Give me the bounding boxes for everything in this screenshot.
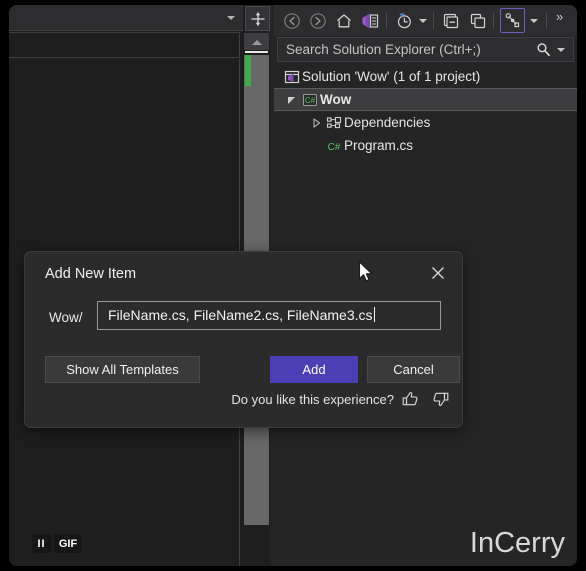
tree-item-solution[interactable]: Solution 'Wow' (1 of 1 project) bbox=[274, 65, 577, 88]
tree-item-label: Program.cs bbox=[344, 138, 414, 153]
thumbs-down-icon bbox=[433, 392, 449, 406]
csharp-project-icon: C# bbox=[300, 92, 320, 108]
chevron-down-icon[interactable] bbox=[557, 48, 565, 52]
toolbar-separator bbox=[546, 12, 547, 29]
solution-explorer-button[interactable] bbox=[358, 9, 382, 33]
toolbar-overflow-button[interactable]: » bbox=[556, 9, 563, 24]
file-name-input[interactable]: FileName.cs, FileName2.cs, FileName3.cs bbox=[97, 301, 441, 330]
cancel-button[interactable]: Cancel bbox=[367, 356, 460, 383]
home-button[interactable] bbox=[332, 9, 356, 33]
scroll-up-arrow-icon bbox=[251, 40, 262, 45]
add-button[interactable]: Add bbox=[270, 356, 358, 383]
chevron-down-icon[interactable] bbox=[419, 19, 427, 23]
tree-item-label: Solution 'Wow' (1 of 1 project) bbox=[302, 69, 481, 84]
search-icon[interactable] bbox=[536, 42, 551, 57]
svg-text:C#: C# bbox=[305, 96, 316, 105]
dependencies-icon bbox=[324, 115, 344, 131]
chevron-down-icon[interactable] bbox=[227, 16, 235, 20]
show-all-templates-button[interactable]: Show All Templates bbox=[45, 356, 200, 383]
show-all-files-icon bbox=[470, 13, 486, 29]
tree-item-program-cs[interactable]: C# Program.cs bbox=[274, 134, 577, 157]
pause-button[interactable]: II bbox=[32, 534, 51, 553]
toolbar-separator bbox=[493, 12, 494, 29]
gif-badge: GIF bbox=[54, 534, 82, 553]
tree-item-label: Dependencies bbox=[344, 115, 431, 130]
pending-changes-button[interactable] bbox=[392, 9, 416, 33]
scrollbar-separator bbox=[245, 51, 268, 53]
search-placeholder: Search Solution Explorer (Ctrl+;) bbox=[286, 42, 481, 57]
toolbar-separator bbox=[386, 12, 387, 29]
split-window-icon bbox=[250, 11, 265, 26]
visual-studio-solution-icon bbox=[362, 13, 379, 29]
filter-button[interactable] bbox=[500, 8, 525, 33]
editor-secondary-bar bbox=[9, 32, 240, 58]
back-arrow-icon bbox=[284, 13, 300, 29]
add-new-item-dialog: Add New Item Wow/ FileName.cs, FileName2… bbox=[24, 251, 463, 428]
unsaved-change-marker bbox=[245, 55, 251, 86]
watermark-label: InCerry bbox=[469, 527, 565, 559]
scrollbar-up-button[interactable] bbox=[244, 33, 269, 50]
thumbs-down-button[interactable] bbox=[430, 389, 450, 409]
tree-item-project[interactable]: C# Wow bbox=[274, 88, 577, 111]
collapse-all-button[interactable] bbox=[439, 9, 463, 33]
dialog-title: Add New Item bbox=[45, 266, 137, 282]
gif-recorder-controls: II GIF bbox=[32, 534, 82, 553]
tree-item-label: Wow bbox=[320, 92, 352, 107]
file-name-input-value: FileName.cs, FileName2.cs, FileName3.cs bbox=[108, 307, 373, 323]
toolbar-separator bbox=[433, 12, 434, 29]
thumbs-up-icon bbox=[402, 392, 418, 406]
svg-text:C#: C# bbox=[328, 142, 341, 153]
collapse-triangle-icon[interactable] bbox=[308, 117, 324, 129]
feedback-prompt-label: Do you like this experience? bbox=[231, 392, 394, 407]
forward-arrow-icon bbox=[310, 13, 326, 29]
collapse-all-icon bbox=[443, 13, 459, 29]
tree-item-dependencies[interactable]: Dependencies bbox=[274, 111, 577, 134]
visual-studio-window: » Search Solution Explorer (Ctrl+;) Solu… bbox=[9, 5, 577, 566]
close-icon bbox=[432, 267, 444, 279]
solution-explorer-toolbar: » bbox=[274, 5, 577, 36]
search-input[interactable]: Search Solution Explorer (Ctrl+;) bbox=[277, 37, 574, 62]
text-caret bbox=[373, 307, 375, 322]
screenshot-root: » Search Solution Explorer (Ctrl+;) Solu… bbox=[0, 0, 586, 571]
expand-triangle-icon[interactable] bbox=[284, 94, 300, 106]
path-prefix-label: Wow/ bbox=[49, 310, 83, 325]
forward-button[interactable] bbox=[306, 9, 330, 33]
show-all-files-button[interactable] bbox=[466, 9, 490, 33]
file-name-input-value-wrap: FileName.cs, FileName2.cs, FileName3.cs bbox=[108, 307, 375, 323]
code-map-filter-icon bbox=[505, 13, 520, 28]
clock-history-icon bbox=[397, 13, 411, 29]
close-button[interactable] bbox=[424, 260, 452, 286]
back-button[interactable] bbox=[280, 9, 304, 33]
thumbs-up-button[interactable] bbox=[401, 389, 421, 409]
csharp-file-icon: C# bbox=[324, 138, 344, 154]
editor-navigation-bar[interactable] bbox=[9, 5, 243, 31]
split-window-button[interactable] bbox=[245, 6, 270, 31]
solution-icon bbox=[282, 69, 302, 85]
chevron-down-icon[interactable] bbox=[530, 19, 538, 23]
home-icon bbox=[337, 14, 351, 28]
